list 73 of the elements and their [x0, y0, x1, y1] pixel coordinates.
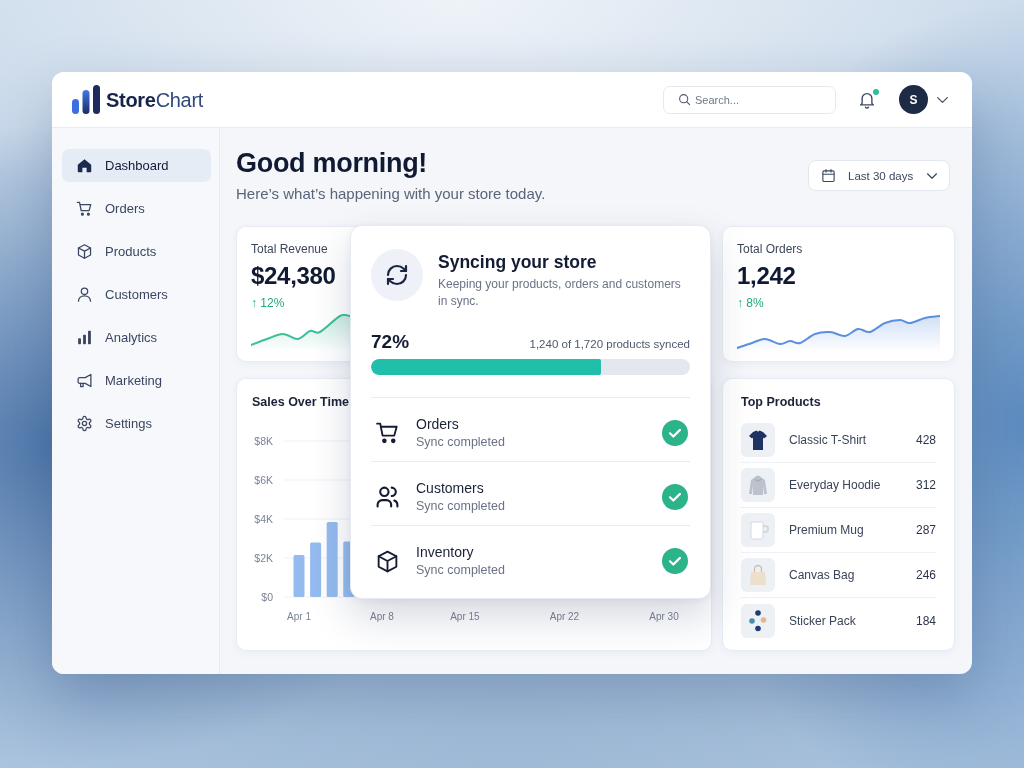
card-title: Top Products	[741, 394, 821, 410]
sidebar-item[interactable]: Marketing	[62, 364, 211, 397]
y-axis-label: $8K	[254, 434, 273, 447]
dialog-description: Keeping your products, orders and customers in sync.	[438, 276, 682, 309]
sidebar-item[interactable]: Customers	[62, 278, 211, 311]
product-name: Everyday Hoodie	[789, 478, 881, 492]
greeting-title: Good morning!	[236, 147, 428, 180]
sync-item-name: Customers	[416, 478, 484, 497]
gear-icon	[76, 415, 93, 432]
chevron-down-icon	[927, 172, 937, 179]
x-axis-label: Apr 8	[370, 611, 394, 622]
y-axis-label: $4K	[254, 512, 273, 525]
product-name: Canvas Bag	[789, 568, 855, 582]
mug-icon	[741, 513, 775, 547]
sync-status: Sync completed	[416, 562, 505, 579]
stat-label: Total Orders	[737, 241, 803, 257]
sales-count: 184	[915, 613, 936, 628]
x-axis-label: Apr 30	[649, 611, 679, 622]
stat-change: ↑ 12%	[251, 295, 285, 311]
product-name: Classic T-Shirt	[789, 433, 867, 447]
x-axis-label: Apr 15	[450, 611, 480, 622]
sales-count: 246	[915, 568, 936, 582]
brand-name: StoreChart	[106, 87, 204, 112]
chevron-down-icon[interactable]	[937, 96, 948, 103]
x-axis-label: Apr 22	[549, 611, 580, 622]
stat-change: ↑ 8%	[737, 295, 764, 311]
user-avatar[interactable]: S	[899, 85, 928, 114]
cart-icon	[76, 200, 93, 217]
megaphone-icon	[76, 372, 93, 389]
users-icon	[375, 484, 400, 509]
sales-count: 287	[915, 523, 936, 537]
sync-item-name: Inventory	[416, 543, 474, 561]
sync-status: Sync completed	[416, 433, 505, 451]
cart-icon	[375, 420, 400, 445]
product-name: Sticker Pack	[789, 613, 856, 628]
hoodie-icon	[741, 468, 775, 502]
x-axis-label: Apr 1	[287, 611, 311, 622]
y-axis-label: $0	[261, 590, 273, 603]
cube-icon	[375, 548, 400, 574]
sync-item-name: Orders	[416, 414, 459, 433]
person-icon	[76, 286, 93, 303]
y-axis-label: $2K	[254, 551, 273, 564]
dialog-title: Syncing your store	[438, 251, 597, 273]
search-icon	[678, 93, 691, 106]
sidebar-item[interactable]: Products	[62, 235, 211, 268]
bell-icon[interactable]	[858, 90, 876, 109]
product-name: Premium Mug	[789, 523, 864, 537]
bars-logo-icon	[72, 85, 100, 114]
bar-chart-icon	[76, 329, 93, 346]
sidebar-item[interactable]: Settings	[62, 407, 211, 440]
sidebar-item[interactable]: Analytics	[62, 321, 211, 354]
cube-icon	[76, 243, 93, 260]
sync-status: Sync completed	[416, 497, 505, 515]
greeting-subtitle: Here’s what’s happening with your store today.	[236, 184, 546, 204]
progress-detail: 1,240 of 1,720 products synced	[529, 338, 690, 350]
date-range-dropdown[interactable]: Last 30 days	[808, 160, 950, 191]
home-icon	[76, 157, 93, 174]
sidebar-item[interactable]: Dashboard	[62, 149, 211, 182]
sales-count: 428	[915, 433, 936, 447]
calendar-icon	[821, 168, 836, 183]
chart-title: Sales Over Time	[252, 394, 350, 410]
search-field[interactable]: Search...	[663, 85, 836, 114]
progress-percent: 72%	[371, 330, 410, 354]
tote-bag-icon	[741, 558, 775, 592]
stickers-icon	[741, 603, 775, 638]
sync-icon	[371, 249, 423, 301]
sidebar-item[interactable]: Orders	[62, 192, 211, 225]
stat-value: 1,242	[737, 261, 796, 291]
stat-value: $24,380	[251, 261, 336, 291]
sales-count: 312	[915, 478, 936, 492]
y-axis-label: $6K	[254, 473, 273, 486]
stat-label: Total Revenue	[251, 241, 328, 257]
tshirt-icon	[741, 423, 775, 457]
